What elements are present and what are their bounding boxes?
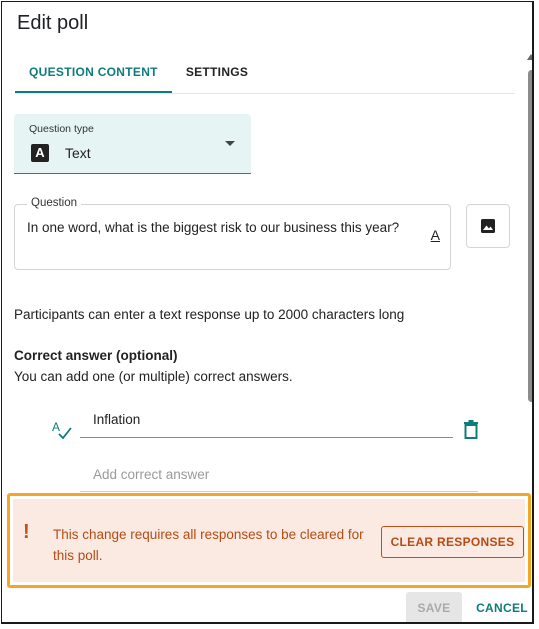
dialog-title: Edit poll — [17, 12, 89, 34]
scrollbar[interactable] — [527, 54, 532, 484]
exclamation-icon: ! — [23, 521, 30, 543]
warning-banner: ! This change requires all responses to … — [13, 499, 525, 582]
image-icon — [481, 219, 495, 233]
question-type-value: Text — [65, 145, 91, 161]
scroll-up-icon[interactable] — [527, 54, 532, 60]
chevron-down-icon — [225, 141, 235, 146]
add-image-button[interactable] — [466, 204, 510, 248]
svg-text:A: A — [52, 420, 60, 434]
cancel-button[interactable]: CANCEL — [472, 592, 532, 622]
text-type-icon: A — [31, 144, 49, 162]
correct-answer-value: Inflation — [93, 412, 141, 427]
correct-answer-field[interactable]: Inflation — [80, 407, 453, 438]
question-text: In one word, what is the biggest risk to… — [27, 220, 400, 235]
add-correct-answer-input[interactable]: Add correct answer — [80, 460, 478, 492]
scrollbar-thumb[interactable] — [528, 70, 532, 402]
question-input[interactable]: In one word, what is the biggest risk to… — [14, 204, 451, 270]
question-label: Question — [27, 197, 82, 209]
spellcheck-icon: A — [52, 420, 72, 440]
correct-answer-subtitle: You can add one (or multiple) correct an… — [14, 369, 293, 384]
question-type-select[interactable]: Question type A Text — [14, 114, 251, 174]
correct-answer-title: Correct answer (optional) — [14, 348, 178, 363]
clear-responses-warning: ! This change requires all responses to … — [7, 493, 531, 588]
question-type-label: Question type — [29, 123, 94, 135]
tab-question-content[interactable]: QUESTION CONTENT — [15, 57, 172, 93]
trash-icon[interactable] — [463, 420, 479, 439]
save-button[interactable]: SAVE — [406, 592, 462, 622]
text-format-icon[interactable]: A — [431, 227, 440, 243]
clear-responses-button[interactable]: CLEAR RESPONSES — [381, 526, 524, 558]
tab-divider — [15, 93, 515, 94]
character-limit-hint: Participants can enter a text response u… — [14, 307, 405, 322]
warning-message: This change requires all responses to be… — [53, 527, 364, 563]
tab-bar: QUESTION CONTENT SETTINGS — [15, 57, 262, 93]
add-correct-answer-placeholder: Add correct answer — [93, 467, 210, 482]
tab-settings[interactable]: SETTINGS — [172, 57, 262, 93]
